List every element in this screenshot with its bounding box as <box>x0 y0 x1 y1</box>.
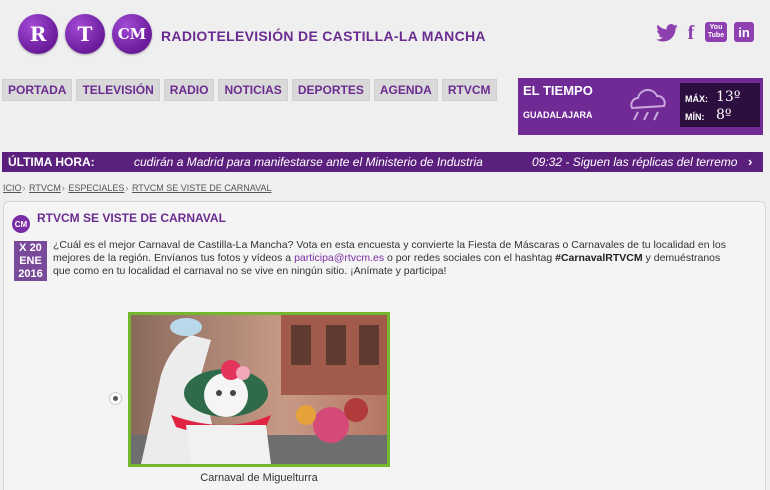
nav-television[interactable]: TELEVISIÓN <box>76 79 160 101</box>
article-body: ¿Cuál es el mejor Carnaval de Castilla-L… <box>53 239 738 278</box>
max-label: MÁX: <box>685 94 708 104</box>
logo-t[interactable]: T <box>65 14 105 54</box>
nav-radio[interactable]: RADIO <box>163 79 215 101</box>
weather-widget[interactable]: EL TIEMPO GUADALAJARA MÁX: 13º MÍN: 8º <box>518 78 763 135</box>
date-day: X 20 <box>19 242 42 254</box>
breadcrumb-current[interactable]: RTVCM SE VISTE DE CARNAVAL <box>132 183 272 193</box>
date-year: 2016 <box>18 268 43 280</box>
main-nav: PORTADA TELEVISIÓN RADIO NOTICIAS DEPORT… <box>2 79 497 101</box>
email-link[interactable]: participa@rtvcm.es <box>294 252 384 264</box>
breaking-label: ÚLTIMA HORA: <box>8 155 95 169</box>
twitter-icon[interactable] <box>655 22 679 44</box>
breaking-item[interactable]: 09:32 - Siguen las réplicas del terremo <box>532 155 737 169</box>
nav-agenda[interactable]: AGENDA <box>373 79 438 101</box>
min-label: MÍN: <box>685 112 705 122</box>
breadcrumb-inicio[interactable]: ICIO <box>3 183 22 193</box>
article-panel: CM RTVCM SE VISTE DE CARNAVAL X 20 ENE 2… <box>3 201 766 490</box>
article-title: RTVCM SE VISTE DE CARNAVAL <box>37 211 226 225</box>
header: R T CM RADIOTELEVISIÓN DE CASTILLA-LA MA… <box>0 0 770 72</box>
logo-cm[interactable]: CM <box>112 14 152 54</box>
facebook-icon[interactable]: f <box>684 22 698 44</box>
brand-title[interactable]: RADIOTELEVISIÓN DE CASTILLA-LA MANCHA <box>161 28 486 44</box>
cm-icon: CM <box>12 215 30 233</box>
logo-r[interactable]: R <box>18 14 58 54</box>
weather-city: GUADALAJARA <box>523 110 593 120</box>
youtube-icon-top: You <box>709 24 723 31</box>
breadcrumb: ICIO› RTVCM› ESPECIALES› RTVCM SE VISTE … <box>3 183 272 193</box>
breaking-item[interactable]: cudirán a Madrid para manifestarse ante … <box>134 155 483 169</box>
breaking-news-bar: ÚLTIMA HORA: cudirán a Madrid para manif… <box>2 152 763 172</box>
breadcrumb-rtvcm[interactable]: RTVCM <box>29 183 61 193</box>
nav-deportes[interactable]: DEPORTES <box>291 79 370 101</box>
youtube-icon[interactable]: You Tube <box>705 22 727 42</box>
body-text-2: o por redes sociales con el hashtag <box>384 252 556 264</box>
max-value: 13º <box>716 89 741 105</box>
weather-title: EL TIEMPO <box>523 83 593 98</box>
nav-rtvcm[interactable]: RTVCM <box>441 79 497 101</box>
hashtag: #CarnavalRTVCM <box>555 252 643 264</box>
nav-portada[interactable]: PORTADA <box>2 79 73 101</box>
photo-caption: Carnaval de Miguelturra <box>200 472 318 484</box>
breadcrumb-especiales[interactable]: ESPECIALES <box>68 183 124 193</box>
nav-noticias[interactable]: NOTICIAS <box>218 79 288 101</box>
cloud-rain-icon <box>624 88 674 122</box>
date-month: ENE <box>19 255 42 267</box>
weather-temps: MÁX: 13º MÍN: 8º <box>680 83 760 127</box>
next-arrow-icon[interactable]: › <box>748 154 752 169</box>
linkedin-icon[interactable]: in <box>734 22 754 42</box>
min-value: 8º <box>716 107 732 123</box>
carnival-photo[interactable] <box>128 312 390 467</box>
date-badge: X 20 ENE 2016 <box>14 241 47 281</box>
youtube-icon-bottom: Tube <box>707 32 725 39</box>
vote-radio[interactable] <box>109 392 122 405</box>
